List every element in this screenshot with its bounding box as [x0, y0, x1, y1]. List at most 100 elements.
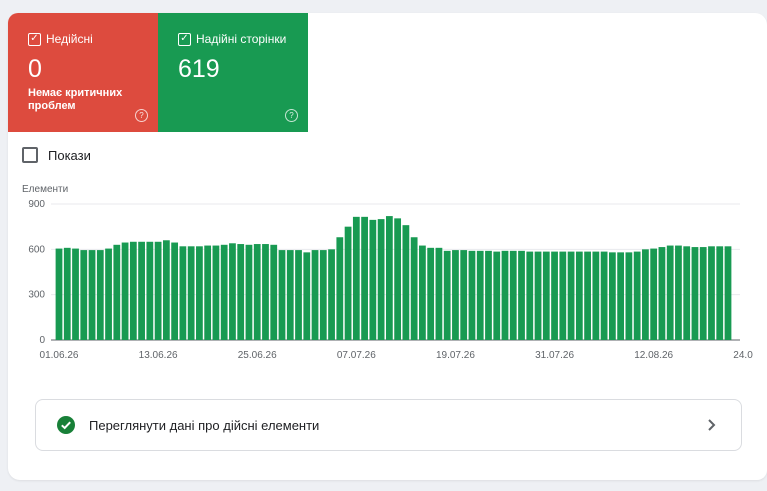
chart-bar[interactable]: [55, 248, 63, 340]
chart-bar[interactable]: [262, 244, 269, 340]
chart-bar[interactable]: [245, 244, 253, 340]
chart-bar[interactable]: [435, 247, 443, 340]
chart-bar[interactable]: [361, 216, 368, 340]
chevron-right-icon[interactable]: [707, 417, 717, 433]
chart-bar[interactable]: [286, 250, 294, 340]
chart-bar[interactable]: [683, 246, 691, 340]
invalid-tile-header: ✓ Недійсні: [28, 32, 93, 46]
chart-bar[interactable]: [584, 251, 591, 340]
chart-bar[interactable]: [501, 250, 509, 340]
chart-bar[interactable]: [171, 242, 179, 340]
chart-bar[interactable]: [633, 251, 641, 340]
chart-bar[interactable]: [452, 250, 459, 340]
chart-bar[interactable]: [658, 247, 666, 340]
chart-bar[interactable]: [385, 216, 393, 340]
chart-bar[interactable]: [96, 250, 104, 340]
chart-bar[interactable]: [526, 251, 534, 340]
view-valid-items-row[interactable]: Переглянути дані про дійсні елементи: [35, 399, 742, 451]
chart-bar[interactable]: [295, 250, 302, 340]
chart-bar[interactable]: [567, 251, 575, 340]
checkbox-checked-icon[interactable]: ✓: [178, 32, 191, 46]
chart-bar[interactable]: [187, 246, 195, 340]
chart-bar[interactable]: [443, 250, 451, 340]
checkbox-unchecked-icon[interactable]: [22, 147, 38, 163]
checkbox-checked-icon[interactable]: ✓: [28, 32, 41, 46]
chart-bar[interactable]: [625, 252, 633, 340]
chart-bar[interactable]: [518, 250, 525, 340]
chart-bar[interactable]: [129, 241, 137, 340]
y-tick-label: 600: [28, 244, 45, 255]
chart-bar[interactable]: [138, 241, 145, 340]
chart-bar[interactable]: [476, 250, 484, 340]
chart-bar[interactable]: [196, 246, 203, 340]
x-tick-label: 01.06.26: [40, 350, 79, 361]
chart-bar[interactable]: [592, 251, 600, 340]
chart-bar[interactable]: [319, 250, 327, 340]
chart-bar[interactable]: [212, 245, 220, 340]
chart-bar[interactable]: [485, 250, 492, 340]
chart-bar[interactable]: [154, 241, 162, 340]
chart-bar[interactable]: [666, 245, 674, 340]
chart-bar[interactable]: [493, 251, 501, 340]
chart-bar[interactable]: [146, 241, 154, 340]
chart-bar[interactable]: [220, 244, 228, 340]
chart-bar[interactable]: [460, 250, 468, 340]
chart-bar[interactable]: [642, 249, 649, 340]
chart-bar[interactable]: [179, 246, 187, 340]
chart-bar[interactable]: [468, 250, 476, 340]
chart-bar[interactable]: [699, 247, 707, 340]
chart-bar[interactable]: [509, 250, 517, 340]
chart-bar[interactable]: [303, 252, 311, 340]
invalid-tile[interactable]: ✓ Недійсні 0 Немає критичних проблем ?: [8, 13, 158, 132]
chart-bar[interactable]: [352, 216, 360, 340]
chart-bar[interactable]: [575, 251, 583, 340]
chart-bar[interactable]: [534, 251, 542, 340]
chart-bar[interactable]: [80, 250, 88, 340]
chart-bar[interactable]: [237, 244, 245, 340]
chart-bar[interactable]: [427, 247, 435, 340]
chart-bar[interactable]: [675, 245, 682, 340]
chart-bar[interactable]: [63, 247, 71, 340]
chart-bar[interactable]: [328, 249, 335, 340]
chart-bar[interactable]: [105, 248, 112, 340]
chart-bar[interactable]: [253, 244, 261, 340]
chart-bar[interactable]: [691, 247, 699, 340]
chart-bar[interactable]: [650, 248, 658, 340]
chart-bar[interactable]: [311, 250, 319, 340]
chart-bar[interactable]: [559, 251, 567, 340]
help-icon[interactable]: ?: [135, 109, 148, 122]
chart-bar[interactable]: [121, 242, 129, 340]
chart-bar[interactable]: [716, 246, 724, 340]
chart-bar[interactable]: [608, 252, 616, 340]
chart-bar[interactable]: [278, 250, 286, 340]
chart-bar[interactable]: [410, 237, 418, 340]
chart-bar[interactable]: [113, 244, 121, 340]
bar-chart: Елементи 0 300 600 900 01.06.26 13.06.26 25.0…: [22, 184, 753, 361]
chart-bar[interactable]: [377, 219, 385, 340]
chart-bar[interactable]: [88, 250, 96, 340]
chart-bar[interactable]: [708, 246, 715, 340]
chart-bar[interactable]: [551, 251, 558, 340]
chart-bar[interactable]: [419, 245, 426, 340]
chart-bar[interactable]: [204, 245, 212, 340]
impressions-toggle[interactable]: Покази: [22, 147, 91, 163]
x-tick-label: 24.08.26: [733, 350, 753, 361]
chart-bar[interactable]: [344, 226, 352, 340]
chart-bar[interactable]: [600, 251, 608, 340]
chart-bar[interactable]: [369, 219, 377, 340]
y-tick-label: 900: [28, 199, 45, 210]
valid-tile[interactable]: ✓ Надійні сторінки 619 ?: [158, 13, 308, 132]
chart-bar[interactable]: [394, 218, 402, 340]
detail-label: Переглянути дані про дійсні елементи: [89, 417, 320, 433]
report-card: ✓ Недійсні 0 Немає критичних проблем ? ✓…: [8, 13, 767, 480]
chart-bar[interactable]: [402, 225, 410, 340]
chart-bar[interactable]: [336, 237, 344, 340]
help-icon[interactable]: ?: [285, 109, 298, 122]
chart-bar[interactable]: [270, 244, 278, 340]
chart-bar[interactable]: [162, 240, 170, 340]
chart-bar[interactable]: [72, 248, 79, 340]
chart-bar[interactable]: [542, 251, 550, 340]
chart-bar[interactable]: [229, 243, 236, 340]
chart-bar[interactable]: [724, 246, 732, 340]
chart-bar[interactable]: [617, 252, 625, 340]
